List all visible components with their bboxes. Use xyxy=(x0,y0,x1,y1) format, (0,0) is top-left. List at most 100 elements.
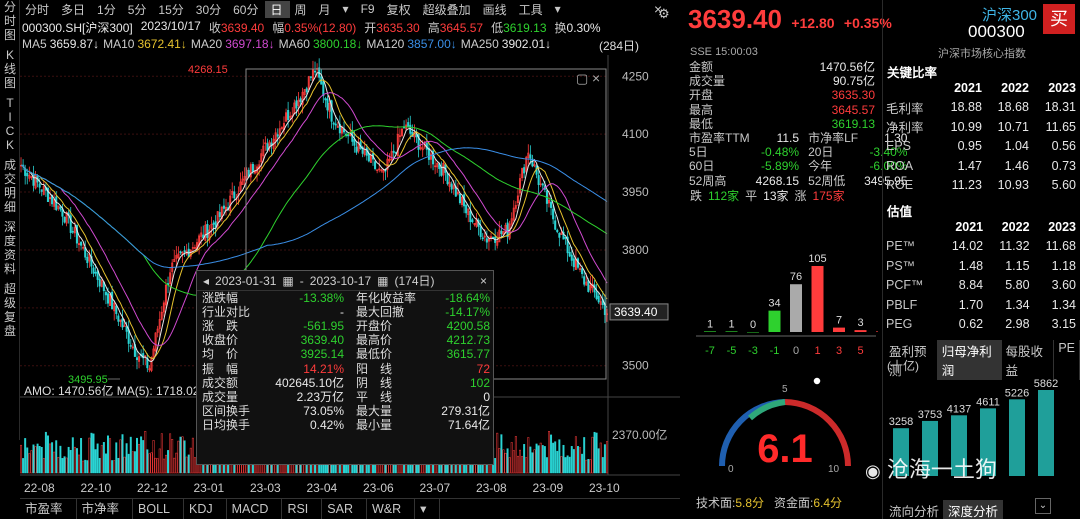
stats-row: 振 幅 14.21% 阳 线 72 xyxy=(200,361,492,376)
left-menu-char[interactable]: 复 xyxy=(0,310,20,324)
open-value: 3635.30 xyxy=(376,21,420,35)
range-stats-popup[interactable]: ◂ 2023-01-31 ▦ - 2023-10-17 ▦ (174日) × 涨… xyxy=(196,270,494,465)
toolbar-item[interactable]: 30分 xyxy=(191,1,228,18)
range-end[interactable]: 2023-10-17 xyxy=(310,274,371,288)
left-menu-char[interactable]: K xyxy=(0,138,20,152)
volume-bar xyxy=(107,435,109,474)
indicator-tab[interactable]: KDJ xyxy=(184,498,227,519)
stat-value: 4212.73 xyxy=(446,333,490,348)
candle-body xyxy=(121,318,124,328)
left-menu-char[interactable]: T xyxy=(0,96,20,110)
left-menu-char[interactable]: 级 xyxy=(0,296,20,310)
indicator-tab[interactable]: BOLL xyxy=(133,498,184,519)
stat-value: 4200.58 xyxy=(446,319,490,334)
chevron-down-icon[interactable]: ⌄ xyxy=(1035,498,1051,514)
toolbar-item[interactable]: 超级叠加 xyxy=(418,1,478,18)
left-menu-char[interactable]: C xyxy=(0,124,20,138)
toolbar-item[interactable]: 5分 xyxy=(123,1,154,18)
indicator-tab[interactable]: ▾ xyxy=(415,498,441,519)
toolbar-item[interactable]: 多日 xyxy=(56,1,92,18)
candle-body xyxy=(309,76,312,78)
left-menu-char[interactable]: 资 xyxy=(0,248,20,262)
calendar-icon[interactable]: ▦ xyxy=(282,274,293,288)
quote-table-2: 市盈率TTM 11.5 市净率LF 1.30 5日 -0.48% 20日 -3.40% 60日 -… xyxy=(686,131,910,188)
left-menu-char[interactable]: 图 xyxy=(0,76,20,90)
toolbar-item[interactable]: 复权 xyxy=(382,1,418,18)
indicator-tab[interactable]: 市净率 xyxy=(77,498,134,519)
volume-bar xyxy=(142,440,145,474)
indicator-tab[interactable]: MACD xyxy=(227,498,283,519)
days-button[interactable]: (284日) xyxy=(599,37,639,54)
left-menu-char[interactable]: 明 xyxy=(0,186,20,200)
close-icon[interactable]: × xyxy=(592,70,600,86)
toolbar-item[interactable]: 周 xyxy=(290,1,314,18)
toolbar-item[interactable]: 60分 xyxy=(228,1,265,18)
left-menu-char[interactable]: 线 xyxy=(0,62,20,76)
toolbar-item[interactable]: F9 xyxy=(356,2,382,16)
candle-body xyxy=(485,238,488,243)
close-icon[interactable]: × xyxy=(480,274,487,288)
stat-label: 涨跌幅 xyxy=(202,291,239,306)
candle-body xyxy=(471,219,474,223)
volume-bar xyxy=(599,442,602,474)
indicator-tab[interactable]: 市盈率 xyxy=(20,498,77,519)
toolbar-item[interactable]: 1分 xyxy=(92,1,123,18)
restore-icon[interactable]: ▢ xyxy=(576,71,588,86)
left-menu-char[interactable]: 分 xyxy=(0,0,20,14)
left-menu-char[interactable]: 细 xyxy=(0,200,20,214)
indicator-tab[interactable]: SAR xyxy=(322,498,367,519)
date-tick: 23-10 xyxy=(589,481,620,495)
ratio-value: 1.34 xyxy=(1005,297,1030,312)
settings-icon[interactable]: ⚙ xyxy=(658,6,670,22)
stat-value: -18.64% xyxy=(445,291,490,306)
left-menu-char[interactable]: 交 xyxy=(0,172,20,186)
volume-bar xyxy=(73,446,76,474)
forecast-value: 5226 xyxy=(1005,387,1029,399)
indicator-tab[interactable]: RSI xyxy=(282,498,323,519)
volume-bar xyxy=(67,446,70,474)
range-start[interactable]: 2023-01-31 xyxy=(215,274,276,288)
ratio-row: 净利率 10.99 10.71 11.65 xyxy=(883,117,1079,137)
volume-bar xyxy=(539,442,542,474)
ratio-row: PCF™ 8.84 5.80 3.60 xyxy=(883,276,1079,296)
volume-bar xyxy=(75,448,78,474)
stats-row: 均 价 3925.14 最低价 3615.77 xyxy=(200,347,492,361)
toolbar-item[interactable]: 工具 xyxy=(514,1,550,18)
toolbar-item[interactable]: 月 xyxy=(314,1,338,18)
left-menu-char[interactable]: 料 xyxy=(0,262,20,276)
volume-bar xyxy=(113,460,116,474)
last-price-tag-text: 3639.40 xyxy=(614,305,658,319)
calendar-icon[interactable]: ▦ xyxy=(377,274,388,288)
left-menu-char[interactable]: I xyxy=(0,110,20,124)
toolbar-item[interactable]: ▾ xyxy=(550,2,568,16)
left-menu-char[interactable]: 成 xyxy=(0,158,20,172)
left-menu-char[interactable]: 超 xyxy=(0,282,20,296)
ratio-row: ROE 11.23 10.93 5.60 xyxy=(883,176,1079,196)
toolbar-item[interactable]: ▾ xyxy=(338,2,356,16)
toolbar-item[interactable]: 画线 xyxy=(478,1,514,18)
analysis-tab[interactable]: 深度分析 xyxy=(944,500,1004,519)
prev-arrow-icon[interactable]: ◂ xyxy=(203,274,209,288)
candle-body xyxy=(287,109,290,121)
left-menu-char[interactable]: 图 xyxy=(0,28,20,42)
left-menu-char[interactable]: 时 xyxy=(0,14,20,28)
left-menu-char[interactable]: 深 xyxy=(0,220,20,234)
toolbar-item[interactable]: 日 xyxy=(265,0,290,18)
volume-label: AMO: 1470.56亿 MA(5): 1718.02 xyxy=(24,383,200,398)
analysis-tab[interactable]: 流向分析 xyxy=(885,500,945,519)
ratio-header-blank xyxy=(883,217,939,237)
indicator-tab[interactable]: W&R xyxy=(367,498,416,519)
analysis-tabs: 流向分析 深度分析 xyxy=(885,500,1004,519)
toolbar-item[interactable]: 分时 xyxy=(20,1,56,18)
ratio-value: 3.60 xyxy=(1051,278,1076,293)
volume-bar xyxy=(129,436,132,474)
left-menu-char[interactable]: K xyxy=(0,48,20,62)
watermark-text: 沧海一土狗 xyxy=(886,457,997,482)
left-menu-char[interactable]: 度 xyxy=(0,234,20,248)
toolbar-item[interactable]: 15分 xyxy=(153,1,190,18)
candle-body xyxy=(458,193,461,204)
left-menu-char[interactable]: 盘 xyxy=(0,324,20,338)
candle-body xyxy=(374,161,377,169)
volume-bar xyxy=(136,437,138,474)
volume-bar xyxy=(167,450,170,474)
